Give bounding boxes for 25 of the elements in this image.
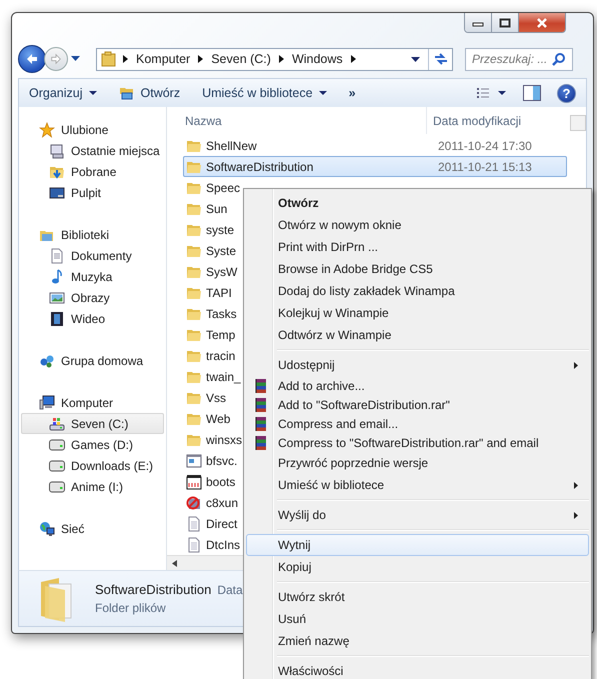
- file-date: 2011-10-21 15:13: [438, 160, 533, 174]
- file-name: tracin: [206, 348, 236, 363]
- file-name: winsxs: [206, 432, 242, 447]
- file-name: Direct: [206, 516, 238, 531]
- item-type: Folder plików: [95, 601, 167, 615]
- file-name: boots: [206, 474, 236, 489]
- file-name: c8xun: [206, 496, 238, 510]
- file-name: DtcIns: [206, 538, 240, 552]
- file-name: syste: [206, 222, 234, 237]
- file-name: Syste: [206, 244, 236, 258]
- file-name: SoftwareDistribution: [206, 160, 314, 174]
- detail-label: Data: [217, 583, 243, 597]
- file-name: Sun: [206, 202, 228, 216]
- file-name: TAPI: [206, 286, 232, 300]
- file-name: Temp: [206, 328, 236, 342]
- file-name: twain_: [206, 370, 241, 384]
- file-date: 2011-10-24 17:30: [438, 138, 533, 153]
- file-name: bfsvc.: [206, 454, 238, 468]
- item-name: SoftwareDistribution: [95, 582, 212, 597]
- file-name: SysW: [206, 264, 238, 279]
- file-name: Vss: [206, 390, 226, 405]
- file-name: Tasks: [206, 306, 237, 321]
- file-name: ShellNew: [206, 138, 257, 153]
- file-name: Speec: [206, 180, 240, 195]
- file-name: Web: [206, 412, 230, 426]
